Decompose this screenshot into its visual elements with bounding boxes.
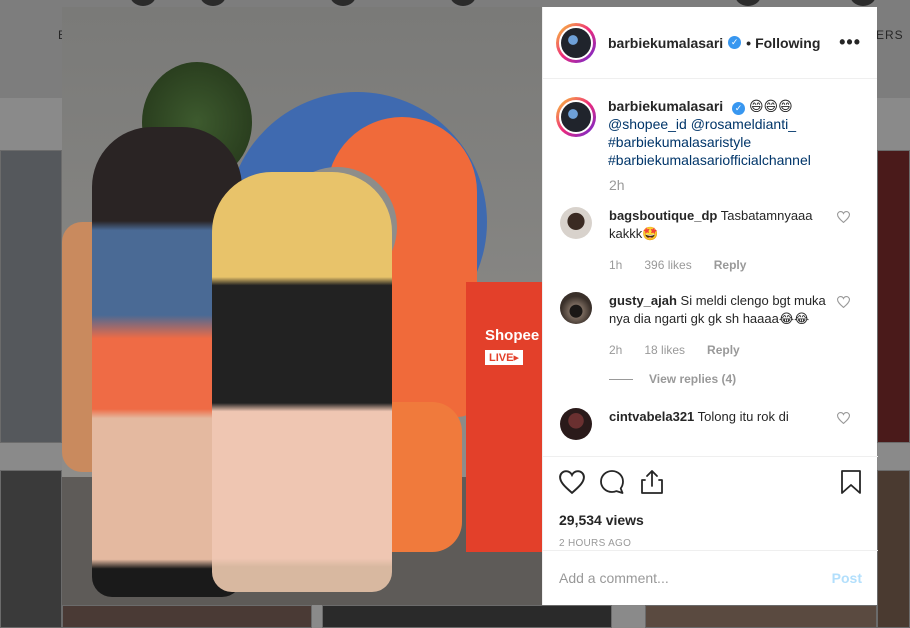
post-header: barbiekumalasari ✓ • Following ••• [543,7,877,79]
comment-timestamp[interactable]: 2h [609,341,622,359]
commenter-avatar[interactable] [560,408,592,440]
comment-bubble-icon[interactable] [599,469,625,495]
commenter-avatar[interactable] [560,207,592,239]
reply-button[interactable]: Reply [714,256,747,274]
grid-thumbnail[interactable] [877,470,910,628]
comment-text: Tolong itu rok di [697,409,789,424]
grid-thumbnail[interactable] [0,470,62,628]
comment-body: gusty_ajah Si meldi clengo bgt muka nya … [609,292,829,359]
shopee-live-label: LIVE▸ [485,350,523,365]
action-icon-row [559,469,862,495]
story-highlight [130,0,156,6]
caption-hashtag[interactable]: #barbiekumalasaristyle [608,133,811,151]
view-replies-line [609,378,633,380]
add-comment-bar: Post [543,550,878,605]
story-highlight [200,0,226,6]
post-timestamp[interactable]: 2 HOURS AGO [559,538,862,549]
comment-meta: 1h 396 likes Reply [609,256,829,274]
comment-body: cintvabela321 Tolong itu rok di [609,408,829,440]
following-button[interactable]: Following [755,35,820,51]
grid-thumbnail[interactable] [0,150,62,443]
comment-body: bagsboutique_dp Tasbatamnyaaa kakkk🤩 1h … [609,207,829,274]
comment-likes[interactable]: 18 likes [644,341,685,359]
caption-avatar[interactable] [559,100,593,134]
add-comment-input[interactable] [559,570,832,586]
like-comment-heart-icon[interactable] [837,412,850,424]
like-heart-icon[interactable] [559,470,585,494]
commenter-avatar[interactable] [560,292,592,324]
grid-thumbnail[interactable] [322,605,612,628]
post-comment-button[interactable]: Post [832,570,862,586]
view-replies-button[interactable]: View replies (4) [609,372,862,386]
post-side-panel: barbiekumalasari ✓ • Following ••• barbi… [542,7,878,605]
caption-hashtag[interactable]: #barbiekumalasariofficialchannel [608,151,811,169]
grid-thumbnail[interactable] [877,150,910,443]
author-avatar-story-ring[interactable] [556,22,596,63]
comment-item: bagsboutique_dp Tasbatamnyaaa kakkk🤩 1h … [556,207,862,274]
comment-item: gusty_ajah Si meldi clengo bgt muka nya … [556,292,862,359]
reply-button[interactable]: Reply [707,341,740,359]
commenter-username[interactable]: cintvabela321 [609,409,694,424]
grid-thumbnail[interactable] [645,605,877,628]
video-person-right [212,172,392,592]
caption-mentions[interactable]: @shopee_id @rosameldianti_ [608,115,811,133]
commenter-username[interactable]: bagsboutique_dp [609,208,717,223]
verified-badge-icon: ✓ [728,36,742,49]
author-username[interactable]: barbiekumalasari [608,35,723,51]
caption: barbiekumalasari ✓ 😄😄😄 @shopee_id @rosam… [556,97,862,169]
story-highlight [450,0,476,6]
like-comment-heart-icon[interactable] [837,211,850,223]
post-modal: Shopee LIVE▸ barbiekumalasari ✓ • Follow… [62,7,878,605]
share-icon[interactable] [639,469,665,495]
story-highlight [330,0,356,6]
bookmark-save-icon[interactable] [840,469,862,495]
story-highlight [735,0,761,6]
grid-thumbnail[interactable] [62,605,312,628]
view-count[interactable]: 29,534 views [559,512,862,528]
comment-likes[interactable]: 396 likes [644,256,691,274]
comment-item: cintvabela321 Tolong itu rok di [556,408,862,440]
comment-meta: 2h 18 likes Reply [609,341,829,359]
post-actions: 29,534 views 2 HOURS AGO [543,456,878,549]
shopee-box [466,282,542,552]
shopee-logo-text: Shopee [485,327,540,344]
caption-username[interactable]: barbiekumalasari [608,98,723,114]
comment-timestamp[interactable]: 1h [609,256,622,274]
caption-timestamp[interactable]: 2h [609,177,862,193]
view-replies-label: View replies (4) [649,372,737,386]
comments-list[interactable]: barbiekumalasari ✓ 😄😄😄 @shopee_id @rosam… [543,79,878,456]
post-video[interactable]: Shopee LIVE▸ [62,7,542,605]
separator-dot: • [746,34,752,51]
caption-avatar-story-ring[interactable] [556,97,596,137]
like-comment-heart-icon[interactable] [837,296,850,308]
profile-tab[interactable]: ERS [876,28,904,42]
caption-emojis: 😄😄😄 [748,98,793,114]
more-options-icon[interactable]: ••• [839,32,861,53]
story-highlight [850,0,876,6]
caption-text: barbiekumalasari ✓ 😄😄😄 @shopee_id @rosam… [608,97,811,169]
commenter-username[interactable]: gusty_ajah [609,293,677,308]
author-avatar[interactable] [559,25,593,60]
verified-badge-icon: ✓ [732,102,746,115]
